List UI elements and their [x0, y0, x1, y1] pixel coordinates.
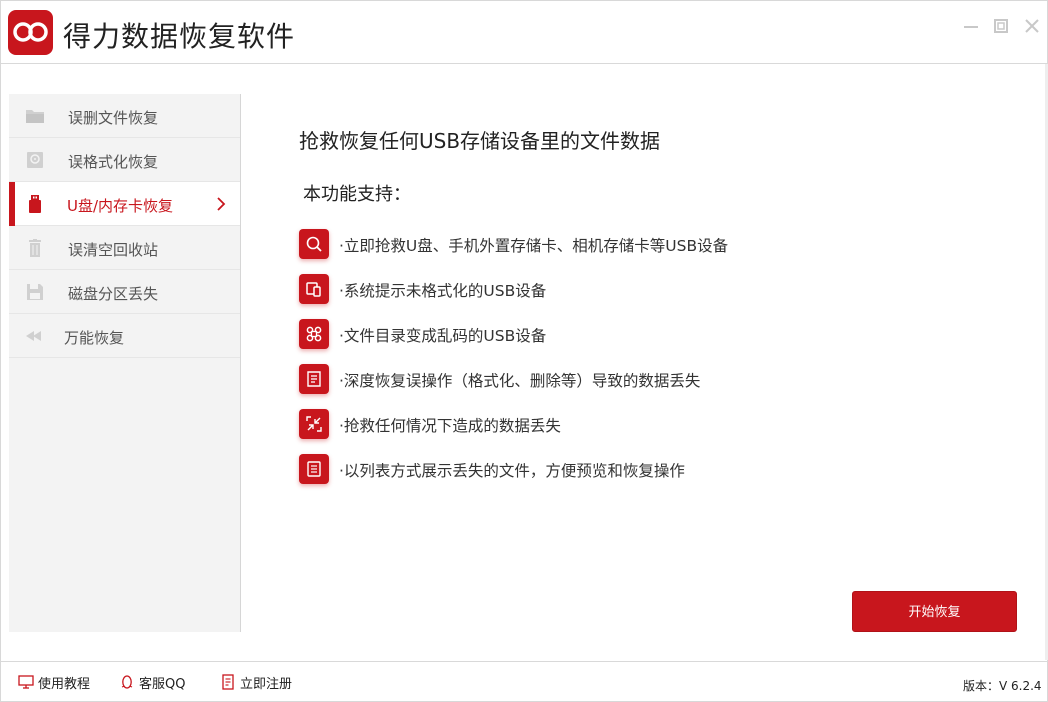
- disk-icon: [25, 151, 45, 169]
- page-title: 抢救恢复任何USB存储设备里的文件数据: [299, 129, 661, 153]
- start-recovery-button[interactable]: 开始恢复: [852, 591, 1017, 632]
- feature-text: ·文件目录变成乱码的USB设备: [339, 327, 547, 345]
- feature-item: ·以列表方式展示丢失的文件，方便预览和恢复操作: [299, 454, 859, 486]
- feature-item: ·抢救任何情况下造成的数据丢失: [299, 409, 859, 441]
- feature-text: ·以列表方式展示丢失的文件，方便预览和恢复操作: [339, 462, 685, 480]
- floppy-icon: [25, 283, 45, 301]
- document-list-icon: [299, 364, 329, 394]
- sidebar-item-recycle-bin[interactable]: 误清空回收站: [9, 226, 240, 270]
- maximize-icon[interactable]: [990, 15, 1012, 37]
- version-label: 版本：V 6.2.4: [963, 679, 1042, 693]
- search-icon: [299, 229, 329, 259]
- rewind-icon: [25, 327, 45, 345]
- sidebar-item-label: 磁盘分区丢失: [68, 285, 159, 303]
- sidebar-item-label: 误格式化恢复: [68, 153, 159, 171]
- feature-item: ·系统提示未格式化的USB设备: [299, 274, 859, 306]
- monitor-icon: [18, 674, 34, 690]
- trash-icon: [25, 239, 45, 257]
- shrink-arrows-icon: [299, 409, 329, 439]
- file-text-icon: [299, 454, 329, 484]
- minimize-icon[interactable]: [960, 15, 982, 37]
- tutorial-label: 使用教程: [38, 677, 91, 692]
- feature-text: ·深度恢复误操作（格式化、删除等）导致的数据丢失: [339, 372, 701, 390]
- register-doc-icon: [220, 674, 236, 690]
- feature-text: ·抢救任何情况下造成的数据丢失: [339, 417, 561, 435]
- sidebar-item-partition-loss[interactable]: 磁盘分区丢失: [9, 270, 240, 314]
- command-icon: [299, 319, 329, 349]
- usb-drive-icon: [25, 195, 45, 213]
- feature-item: ·文件目录变成乱码的USB设备: [299, 319, 859, 351]
- close-icon[interactable]: [1021, 15, 1043, 37]
- sidebar-item-format-recovery[interactable]: 误格式化恢复: [9, 138, 240, 182]
- sidebar: 误删文件恢复 误格式化恢复 U盘/内存卡恢复 误清空回收站 磁盘分区丢失 万能恢…: [9, 94, 241, 632]
- sidebar-item-deleted-files[interactable]: 误删文件恢复: [9, 94, 240, 138]
- register-label: 立即注册: [240, 677, 293, 692]
- feature-item: ·立即抢救U盘、手机外置存储卡、相机存储卡等USB设备: [299, 229, 859, 261]
- sidebar-item-label: 误清空回收站: [68, 241, 159, 259]
- chevron-right-icon: [215, 194, 227, 214]
- sidebar-item-label: 误删文件恢复: [68, 109, 159, 127]
- feature-text: ·立即抢救U盘、手机外置存储卡、相机存储卡等USB设备: [339, 237, 729, 255]
- feature-item: ·深度恢复误操作（格式化、删除等）导致的数据丢失: [299, 364, 859, 396]
- feature-list-title: 本功能支持：: [303, 184, 411, 205]
- sidebar-item-usb-recovery[interactable]: U盘/内存卡恢复: [9, 182, 240, 226]
- sidebar-item-label: U盘/内存卡恢复: [67, 197, 174, 215]
- devices-icon: [299, 274, 329, 304]
- app-title: 得力数据恢复软件: [63, 20, 296, 53]
- folder-icon: [25, 107, 45, 125]
- sidebar-item-universal-recovery[interactable]: 万能恢复: [9, 314, 240, 358]
- title-bar: 得力数据恢复软件: [1, 1, 1047, 64]
- footer-bar: 使用教程 客服QQ 立即注册 版本：V 6.2.4: [1, 661, 1047, 701]
- qq-penguin-icon: [119, 674, 135, 690]
- qq-label: 客服QQ: [139, 677, 186, 692]
- feature-text: ·系统提示未格式化的USB设备: [339, 282, 547, 300]
- active-indicator: [9, 182, 15, 226]
- sidebar-item-label: 万能恢复: [64, 329, 125, 347]
- app-window: 得力数据恢复软件 误删文件恢复 误格式化恢复 U盘/内存卡恢复 误清空回收站 磁…: [0, 0, 1048, 702]
- app-logo-icon: [8, 10, 53, 55]
